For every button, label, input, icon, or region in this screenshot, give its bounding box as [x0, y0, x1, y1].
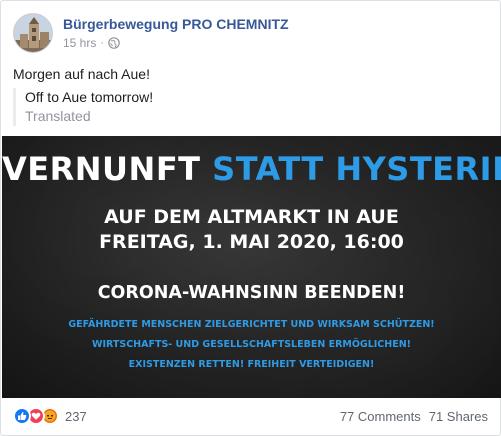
translation-block: Off to Aue tomorrow! Translated — [13, 88, 153, 126]
reaction-icons — [13, 407, 59, 425]
page-name-link[interactable]: Bürgerbewegung PRO CHEMNITZ — [63, 15, 289, 33]
banner-place: AUF DEM ALTMARKT IN AUE — [104, 206, 399, 228]
post-stats: 77 Comments 71 Shares — [340, 409, 488, 424]
reaction-count[interactable]: 237 — [65, 409, 87, 424]
church-tower-avatar-icon — [14, 14, 52, 52]
reactions-summary[interactable]: 237 — [13, 407, 87, 425]
banner-title: VERNUNFT STATT HYSTERIE! — [2, 150, 501, 188]
facebook-post: Bürgerbewegung PRO CHEMNITZ 15 hrs · Mor… — [0, 0, 501, 436]
post-image-banner[interactable]: VERNUNFT STATT HYSTERIE! AUF DEM ALTMARK… — [2, 136, 501, 398]
post-footer: 237 77 Comments 71 Shares — [13, 405, 488, 427]
banner-line-1: GEFÄHRDETE MENSCHEN ZIELGERICHTET UND WI… — [68, 319, 435, 330]
globe-icon[interactable] — [108, 37, 120, 49]
banner-call: CORONA-WAHNSINN BEENDEN! — [97, 283, 406, 303]
translated-label[interactable]: Translated — [25, 107, 153, 126]
banner-title-white: VERNUNFT — [2, 150, 201, 188]
banner-title-blue: STATT HYSTERIE! — [212, 150, 501, 188]
post-meta: 15 hrs · — [63, 35, 289, 51]
like-icon — [13, 407, 31, 425]
post-header: Bürgerbewegung PRO CHEMNITZ 15 hrs · — [13, 11, 289, 55]
post-caption: Morgen auf nach Aue! — [13, 66, 150, 82]
meta-separator: · — [100, 37, 105, 49]
banner-date: FREITAG, 1. MAI 2020, 16:00 — [99, 231, 404, 253]
page-avatar[interactable] — [13, 13, 53, 53]
shares-count-link[interactable]: 71 Shares — [429, 409, 488, 424]
banner-line-3: EXISTENZEN RETTEN! FREIHEIT VERTEIDIGEN! — [128, 359, 375, 370]
banner-line-2: WIRTSCHAFTS- UND GESELLSCHAFTSLEBEN ERMÖ… — [91, 339, 412, 350]
translated-text: Off to Aue tomorrow! — [25, 89, 154, 105]
post-timestamp[interactable]: 15 hrs — [63, 35, 96, 51]
comments-count-link[interactable]: 77 Comments — [340, 409, 421, 424]
